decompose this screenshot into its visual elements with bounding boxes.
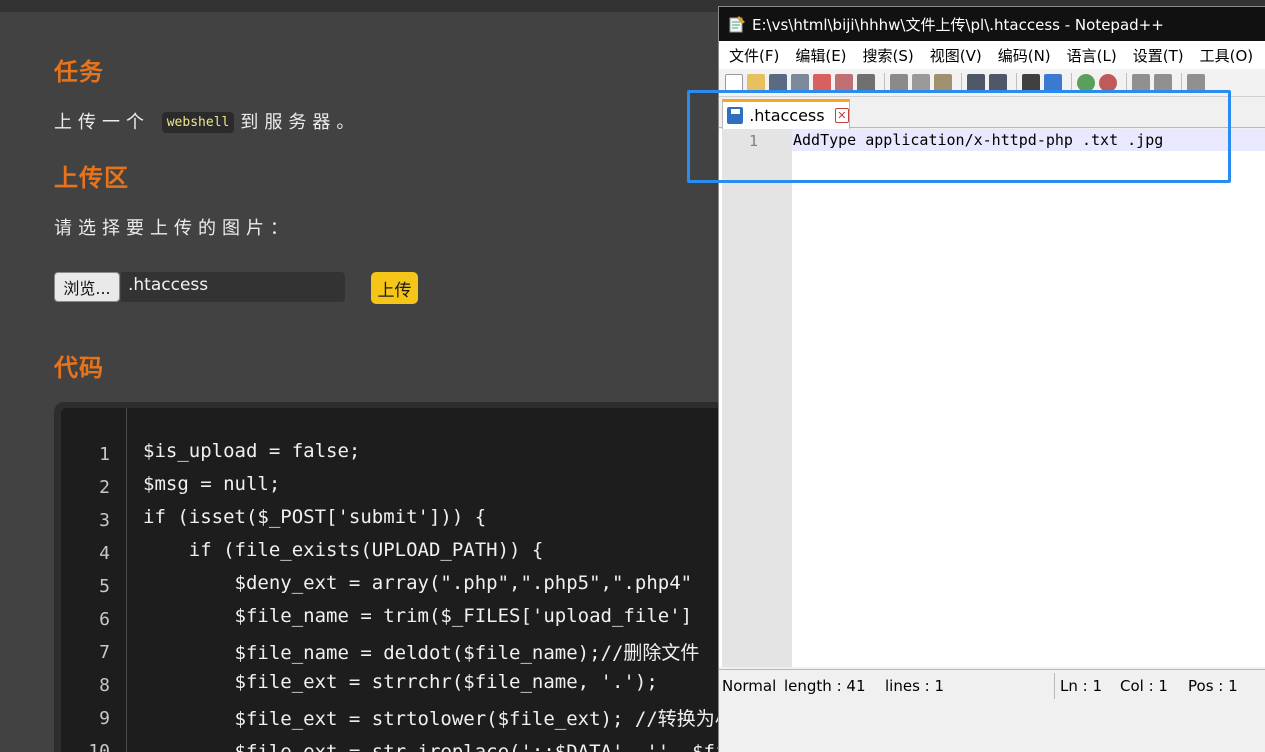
code-line-number: 2 [99,477,110,498]
browse-button[interactable]: 浏览... [54,272,120,302]
code-line-number: 4 [99,543,110,564]
code-line: $is_upload = false; [143,440,361,462]
upload-prompt: 请选择要上传的图片： [54,218,294,239]
code-line: $deny_ext = array(".php",".php5",".php4" [143,572,693,594]
status-ln: Ln : 1 [1060,677,1102,695]
menu-search[interactable]: 搜索(S) [863,45,914,66]
status-col: Col : 1 [1120,677,1168,695]
save-icon[interactable] [769,73,787,92]
menu-encoding[interactable]: 编码(N) [998,45,1051,66]
task-code: webshell [161,112,235,133]
upload-heading: 上传区 [54,164,129,192]
editor-area[interactable]: 1 AddType application/x-httpd-php .txt .… [719,129,1265,667]
code-line-number: 8 [99,675,110,696]
code-line-number: 5 [99,576,110,597]
menu-view[interactable]: 视图(V) [930,45,982,66]
status-length: length : 41 [784,677,866,695]
code-line: $file_ext = str_ireplace('::$DATA', '', … [234,741,762,752]
zoom-out-icon[interactable] [1099,73,1117,92]
code-line-number: 10 [88,741,110,752]
code-line: $file_ext = strrchr($file_name, '.'); [143,671,658,693]
zoom-in-icon[interactable] [1077,73,1095,92]
status-pos: Pos : 1 [1188,677,1238,695]
new-file-icon[interactable] [725,73,743,92]
close-all-icon[interactable] [835,73,853,92]
code-line-number: 1 [99,444,110,465]
upload-button[interactable]: 上传 [371,272,418,304]
status-divider [1054,673,1055,699]
status-bar: Normal length : 41 lines : 1 Ln : 1 Col … [719,669,1265,701]
code-line-number: 9 [99,708,110,729]
code-line-number: 3 [99,510,110,531]
menu-bar: 文件(F) 编辑(E) 搜索(S) 视图(V) 编码(N) 语言(L) 设置(T… [719,41,1265,69]
close-file-icon[interactable] [813,73,831,92]
undo-icon[interactable] [967,73,985,92]
code-block: 1 2 3 4 5 6 7 8 9 10 $is_upload = false;… [54,402,761,752]
cut-icon[interactable] [890,73,908,92]
task-heading: 任务 [54,58,104,86]
save-all-icon[interactable] [791,73,809,92]
code-line: $file_ext = strtolower($file_ext); //转换为… [143,708,753,730]
code-line-number: 6 [99,609,110,630]
redo-icon[interactable] [989,73,1007,92]
menu-edit[interactable]: 编辑(E) [795,45,846,66]
task-description: 上传一个 webshell 到服务器。 [54,108,360,134]
code-line: $file_name = deldot($file_name);//删除文件 [143,642,700,664]
notepad-icon [729,16,745,33]
window-title: E:\vs\html\biji\hhhw\文件上传\pl\.htaccess -… [752,15,1164,34]
menu-tools[interactable]: 工具(O) [1200,45,1254,66]
status-lines: lines : 1 [885,677,945,695]
sync-scroll-icon[interactable] [1132,73,1150,92]
code-heading: 代码 [54,354,104,382]
menu-settings[interactable]: 设置(T) [1133,45,1184,66]
annotation-highlight-box [687,90,1231,183]
code-line: $msg = null; [143,473,281,495]
selected-file-name: .htaccess [121,272,345,302]
open-file-icon[interactable] [747,73,765,92]
code-line-number: 7 [99,642,110,663]
print-icon[interactable] [857,73,875,92]
find-icon[interactable] [1022,73,1040,92]
replace-icon[interactable] [1044,73,1062,92]
code-line: $file_name = trim($_FILES['upload_file'] [143,605,693,627]
task-text-after: 到服务器。 [240,112,361,133]
task-text-before: 上传一个 [54,112,150,133]
menu-language[interactable]: 语言(L) [1067,45,1117,66]
status-mode: Normal [722,677,777,695]
code-line: if (file_exists(UPLOAD_PATH)) { [143,539,544,561]
window-titlebar[interactable]: E:\vs\html\biji\hhhw\文件上传\pl\.htaccess -… [719,7,1265,41]
code-panel: 1 2 3 4 5 6 7 8 9 10 $is_upload = false;… [61,408,761,752]
code-line: if (isset($_POST['submit'])) { [143,506,487,528]
menu-file[interactable]: 文件(F) [729,45,779,66]
code-gutter: 1 2 3 4 5 6 7 8 9 10 [61,408,127,752]
copy-icon[interactable] [912,73,930,92]
editor-gutter: 1 [722,129,792,667]
all-chars-icon[interactable] [1187,73,1205,92]
word-wrap-icon[interactable] [1154,73,1172,92]
paste-icon[interactable] [934,73,952,92]
